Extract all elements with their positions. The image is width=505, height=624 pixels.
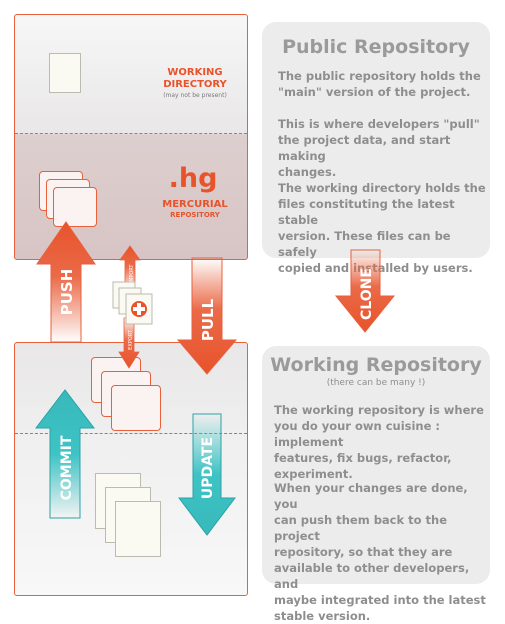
update-label: UPDATE [200,437,216,499]
export-label: EXPORT [128,329,134,350]
patch-cross-icon [133,307,145,311]
clone-label: CLONE [359,268,375,320]
push-label: PUSH [58,269,76,316]
flow-arrows: PUSH PULL CLONE COMMIT UPDATE IMPORT EXP… [34,221,396,536]
pull-label: PULL [199,298,217,341]
commit-label: COMMIT [59,435,75,500]
import-label: IMPORT [129,264,135,284]
